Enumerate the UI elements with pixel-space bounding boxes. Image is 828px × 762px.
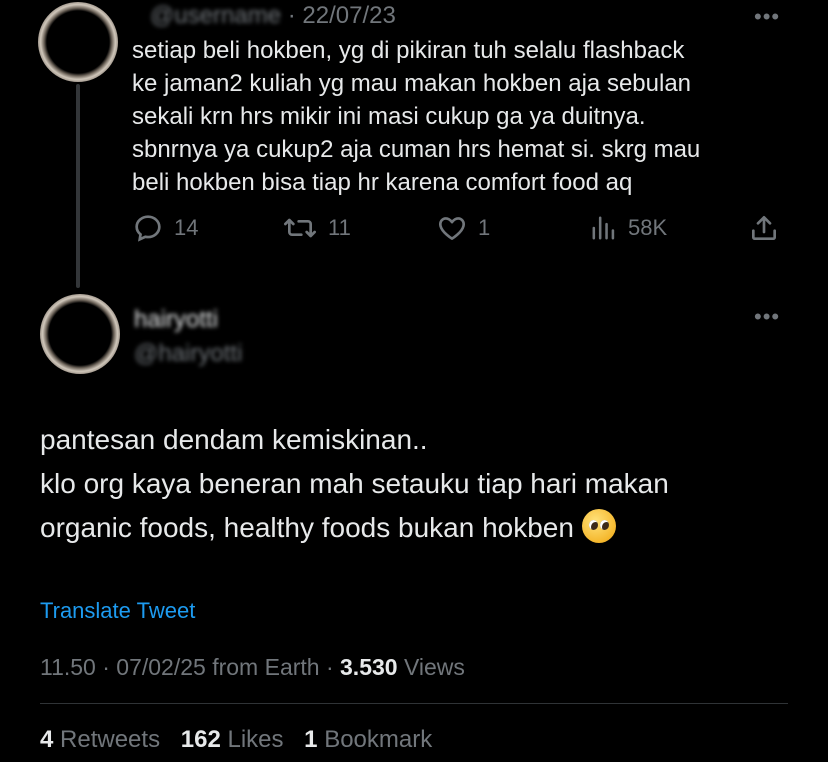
likes-stat[interactable]: 162 Likes (181, 726, 284, 753)
reply-button[interactable]: 14 (132, 212, 198, 244)
like-count: 1 (478, 215, 491, 240)
tweet1-text: setiap beli hokben, yg di pikiran tuh se… (132, 37, 701, 196)
share-button[interactable] (748, 212, 780, 244)
retweets-label: Retweets (53, 726, 161, 753)
analytics-icon (592, 216, 615, 240)
tweet2-text: pantesan dendam kemiskinan.. klo org kay… (40, 418, 800, 550)
like-button[interactable]: 1 (436, 212, 490, 244)
tweet1-handle[interactable]: @username (150, 2, 281, 29)
tweet1-more-icon[interactable]: ••• (754, 4, 780, 30)
tweet1-actions: 14 11 1 58K (130, 212, 790, 252)
likes-total: 162 (180, 726, 221, 753)
tweet2-handle[interactable]: @hairyotti (134, 340, 242, 368)
tweet2-more-icon[interactable]: ••• (754, 304, 780, 330)
views-label: Views (397, 654, 465, 680)
engagement-stats: 4 Retweets 162 Likes 1 Bookmark (40, 726, 432, 754)
tweet2-text-content: pantesan dendam kemiskinan.. klo org kay… (40, 424, 669, 543)
divider (40, 703, 788, 704)
tweet2-display-name[interactable]: hairyotti (134, 306, 218, 334)
retweet-icon (284, 218, 316, 238)
pleading-face-emoji-icon (581, 509, 616, 543)
retweets-stat[interactable]: 4 Retweets (40, 726, 160, 753)
tweet1-header: @username · 22/07/23 (150, 2, 396, 30)
avatar-tweet2[interactable] (40, 294, 120, 374)
tweet-meta: 11.50 · 07/02/25 from Earth · 3.530 View… (40, 654, 465, 681)
views-count: 58K (628, 215, 668, 240)
reply-icon (135, 215, 161, 242)
avatar-tweet1[interactable] (38, 2, 118, 82)
bookmarks-label: Bookmark (317, 726, 433, 753)
bookmarks-stat[interactable]: 1 Bookmark (304, 726, 432, 753)
tweet-timestamp[interactable]: 11.50 · 07/02/25 from Earth · (40, 654, 340, 680)
views-total: 3.530 (340, 654, 398, 680)
thread-connector (76, 84, 80, 288)
retweets-total: 4 (40, 726, 54, 753)
bookmarks-total: 1 (304, 726, 318, 753)
likes-label: Likes (220, 726, 284, 753)
heart-icon (439, 217, 465, 240)
retweet-count: 11 (328, 215, 351, 240)
share-icon (752, 216, 776, 240)
tweet1-date[interactable]: · 22/07/23 (288, 2, 396, 29)
translate-tweet-link[interactable]: Translate Tweet (40, 598, 195, 624)
reply-count: 14 (174, 215, 199, 240)
retweet-button[interactable]: 11 (282, 212, 351, 244)
views-button[interactable]: 58K (590, 212, 667, 244)
